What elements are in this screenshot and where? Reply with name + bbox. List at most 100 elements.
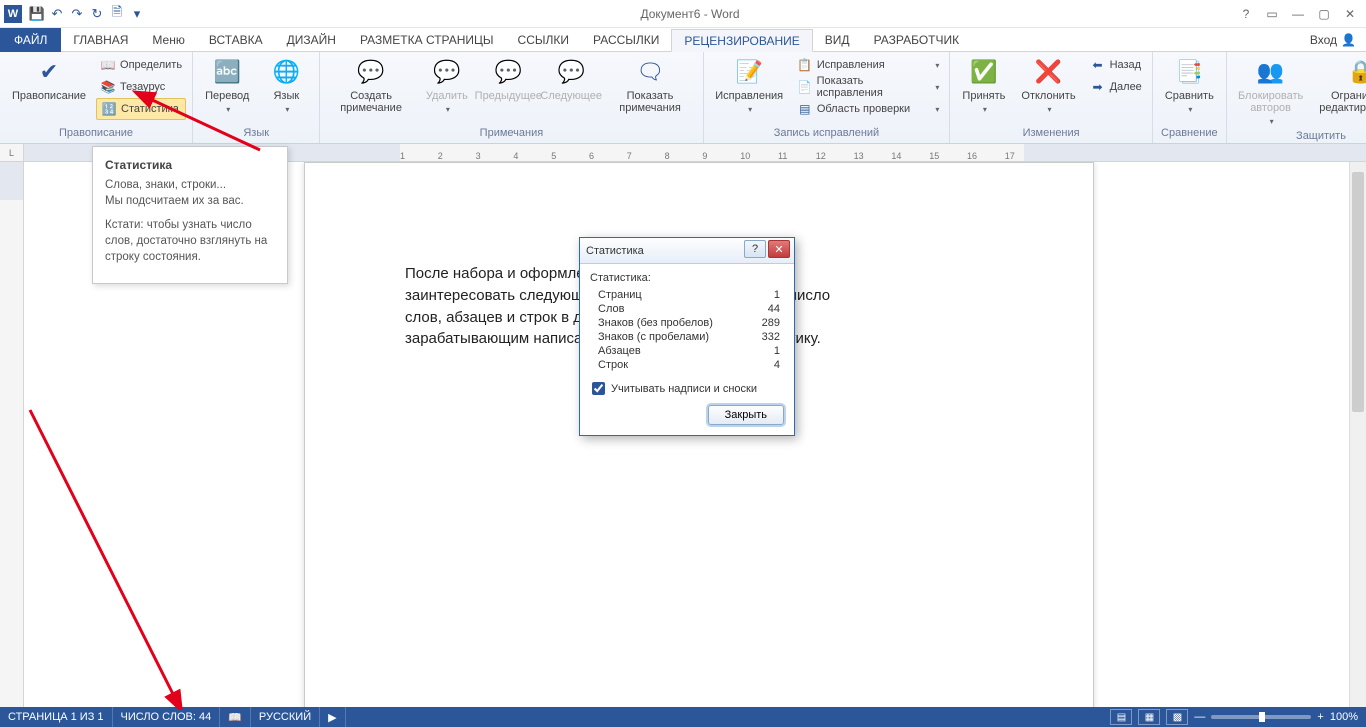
tab-design[interactable]: ДИЗАЙН <box>275 28 348 51</box>
block-authors-button[interactable]: 👥Блокировать авторов▾ <box>1233 54 1309 130</box>
next-change-button[interactable]: ➡Далее <box>1086 76 1146 98</box>
accept-button[interactable]: ✅Принять▾ <box>956 54 1011 118</box>
group-caption: Язык <box>199 127 313 143</box>
app-icon: W <box>4 5 22 23</box>
spelling-button[interactable]: ✔ Правописание <box>6 54 92 104</box>
group-changes: ✅Принять▾ ❌Отклонить▾ ⬅Назад ➡Далее Изме… <box>950 52 1152 143</box>
new-doc-icon[interactable]: 🗎 <box>108 5 126 23</box>
tab-references[interactable]: ССЫЛКИ <box>506 28 581 51</box>
dialog-close-button[interactable]: ✕ <box>768 240 790 258</box>
include-textboxes-checkbox[interactable]: Учитывать надписи и сноски <box>592 382 784 395</box>
tab-home[interactable]: ГЛАВНАЯ <box>61 28 140 51</box>
reject-button[interactable]: ❌Отклонить▾ <box>1015 54 1081 118</box>
define-button[interactable]: 📖Определить <box>96 54 186 76</box>
lock-icon: 🔒 <box>1345 56 1366 88</box>
vertical-ruler[interactable] <box>0 162 24 707</box>
dialog-help-button[interactable]: ? <box>744 240 766 258</box>
tab-file[interactable]: ФАЙЛ <box>0 28 61 52</box>
zoom-level[interactable]: 100% <box>1330 711 1358 723</box>
arrow-right-icon: ➡ <box>1090 79 1106 95</box>
redo-icon[interactable]: ↷ <box>68 5 86 23</box>
status-bar: СТРАНИЦА 1 ИЗ 1 ЧИСЛО СЛОВ: 44 📖 РУССКИЙ… <box>0 707 1366 727</box>
sign-in[interactable]: Вход 👤 <box>1300 28 1366 51</box>
dialog-close-btn[interactable]: Закрыть <box>708 405 784 425</box>
tab-mailings[interactable]: РАССЫЛКИ <box>581 28 671 51</box>
tab-menu[interactable]: Меню <box>140 28 196 51</box>
translate-button[interactable]: 🔤Перевод▾ <box>199 54 255 118</box>
next-comment-button[interactable]: 💬Следующее <box>543 54 600 104</box>
group-caption: Сравнение <box>1159 127 1220 143</box>
status-language[interactable]: РУССКИЙ <box>251 707 320 727</box>
word-count-button[interactable]: 🔢Статистика <box>96 98 186 120</box>
help-button[interactable]: ? <box>1234 4 1258 24</box>
window-title: Документ6 - Word <box>146 7 1234 21</box>
comment-prev-icon: 💬 <box>492 56 524 88</box>
display-mode-dropdown[interactable]: 📋Исправления▾ <box>793 54 944 76</box>
word-count-dialog: Статистика ? ✕ Статистика: Страниц1Слов4… <box>579 237 795 436</box>
track-changes-button[interactable]: 📝Исправления▾ <box>710 54 789 118</box>
comment-next-icon: 💬 <box>555 56 587 88</box>
minimize-button[interactable]: — <box>1286 4 1310 24</box>
tab-layout[interactable]: РАЗМЕТКА СТРАНИЦЫ <box>348 28 506 51</box>
stat-row: Страниц1 <box>590 288 784 302</box>
delete-comment-button[interactable]: 💬Удалить▾ <box>420 54 474 118</box>
status-page[interactable]: СТРАНИЦА 1 ИЗ 1 <box>0 707 113 727</box>
prev-change-button[interactable]: ⬅Назад <box>1086 54 1146 76</box>
dialog-titlebar[interactable]: Статистика ? ✕ <box>580 238 794 264</box>
pane-icon: ▤ <box>797 101 813 117</box>
prev-comment-button[interactable]: 💬Предыдущее <box>478 54 539 104</box>
quick-access-toolbar: 💾 ↶ ↷ ↻ 🗎 ▾ <box>28 5 146 23</box>
zoom-in-button[interactable]: + <box>1317 711 1323 723</box>
list-icon: 📋 <box>797 57 813 73</box>
view-read-button[interactable]: ▤ <box>1110 709 1132 725</box>
qat-dropdown-icon[interactable]: ▾ <box>128 5 146 23</box>
arrow-left-icon: ⬅ <box>1090 57 1106 73</box>
thesaurus-icon: 📚 <box>100 79 116 95</box>
title-bar: W 💾 ↶ ↷ ↻ 🗎 ▾ Документ6 - Word ? ▭ — ▢ ✕ <box>0 0 1366 28</box>
ribbon-options-button[interactable]: ▭ <box>1260 4 1284 24</box>
restrict-editing-button[interactable]: 🔒Ограничить редактирование <box>1312 54 1366 116</box>
new-comment-button[interactable]: 💬Создать примечание <box>326 54 416 116</box>
statistics-tooltip: Статистика Слова, знаки, строки...Мы под… <box>92 146 288 284</box>
thesaurus-button[interactable]: 📚Тезаурус <box>96 76 186 98</box>
translate-icon: 🔤 <box>211 56 243 88</box>
check-icon: ✔ <box>33 56 65 88</box>
zoom-knob[interactable] <box>1259 712 1265 722</box>
vertical-scrollbar[interactable] <box>1349 162 1366 707</box>
language-button[interactable]: 🌐Язык▾ <box>259 54 313 118</box>
users-icon: 👥 <box>1255 56 1287 88</box>
reject-icon: ❌ <box>1032 56 1064 88</box>
stat-row: Слов44 <box>590 302 784 316</box>
maximize-button[interactable]: ▢ <box>1312 4 1336 24</box>
ruler-corner: L <box>0 144 24 162</box>
tab-review[interactable]: РЕЦЕНЗИРОВАНИЕ <box>671 29 812 52</box>
track-icon: 📝 <box>733 56 765 88</box>
zoom-out-button[interactable]: — <box>1194 711 1205 723</box>
checkbox-input[interactable] <box>592 382 605 395</box>
tab-developer[interactable]: РАЗРАБОТЧИК <box>862 28 972 51</box>
stats-icon: 🔢 <box>101 101 117 117</box>
zoom-slider[interactable] <box>1211 715 1311 719</box>
ribbon-tabs: ФАЙЛ ГЛАВНАЯ Меню ВСТАВКА ДИЗАЙН РАЗМЕТК… <box>0 28 1366 52</box>
compare-button[interactable]: 📑Сравнить▾ <box>1159 54 1220 118</box>
undo-icon[interactable]: ↶ <box>48 5 66 23</box>
globe-icon: 🌐 <box>270 56 302 88</box>
close-button[interactable]: ✕ <box>1338 4 1362 24</box>
reviewing-pane-dropdown[interactable]: ▤Область проверки▾ <box>793 98 944 120</box>
repeat-icon[interactable]: ↻ <box>88 5 106 23</box>
status-macro[interactable]: ▶ <box>320 707 345 727</box>
comments-icon: 🗨 <box>634 56 666 88</box>
status-proofing[interactable]: 📖 <box>220 707 251 727</box>
view-print-button[interactable]: ▦ <box>1138 709 1160 725</box>
scrollbar-thumb[interactable] <box>1352 172 1364 412</box>
group-tracking: 📝Исправления▾ 📋Исправления▾ 📄Показать ис… <box>704 52 951 143</box>
tab-insert[interactable]: ВСТАВКА <box>197 28 275 51</box>
group-caption: Правописание <box>6 127 186 143</box>
status-word-count[interactable]: ЧИСЛО СЛОВ: 44 <box>113 707 221 727</box>
view-web-button[interactable]: ▩ <box>1166 709 1188 725</box>
stats-rows: Страниц1Слов44Знаков (без пробелов)289Зн… <box>590 288 784 372</box>
tab-view[interactable]: ВИД <box>813 28 862 51</box>
show-markup-dropdown[interactable]: 📄Показать исправления▾ <box>793 76 944 98</box>
save-icon[interactable]: 💾 <box>28 5 46 23</box>
show-comments-button[interactable]: 🗨Показать примечания <box>604 54 697 116</box>
